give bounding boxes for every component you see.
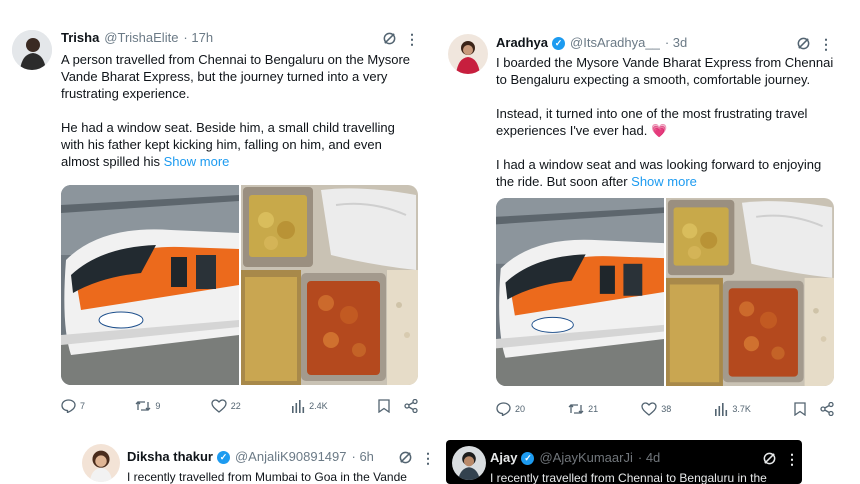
avatar[interactable] xyxy=(452,446,486,480)
tweet-media[interactable] xyxy=(496,198,834,386)
bookmark-icon[interactable] xyxy=(794,402,806,416)
heart-icon xyxy=(641,402,657,416)
display-name[interactable]: Ajay xyxy=(490,450,517,466)
profile-photo xyxy=(452,446,486,480)
share-icon[interactable] xyxy=(820,402,834,416)
like-count: 22 xyxy=(230,401,241,411)
more-options-icon[interactable]: ⋮ xyxy=(819,37,833,51)
tweet-text: A person travelled from Chennai to Benga… xyxy=(61,51,416,170)
more-options-icon[interactable]: ⋮ xyxy=(405,32,419,46)
food-photo[interactable] xyxy=(241,185,418,385)
repost-count: 21 xyxy=(588,404,599,414)
meal-tray-image xyxy=(666,198,834,386)
repost-button[interactable]: 9 xyxy=(135,399,160,413)
tweet-card-diksha[interactable]: Diksha thakur ✓ @AnjaliK90891497 · 6h ⋮ … xyxy=(78,440,430,484)
reply-count: 20 xyxy=(515,404,526,414)
verified-badge-icon: ✓ xyxy=(552,36,566,50)
like-button[interactable]: 22 xyxy=(211,399,241,413)
post-time[interactable]: · 17h xyxy=(183,30,213,46)
tweet-text: I recently travelled from Mumbai to Goa … xyxy=(127,469,427,484)
user-handle[interactable]: @AjayKumaarJi xyxy=(539,450,632,466)
profile-photo xyxy=(448,34,488,74)
reply-icon xyxy=(61,399,76,413)
tweet-text: I boarded the Mysore Vande Bharat Expres… xyxy=(496,54,836,190)
bookmark-icon[interactable] xyxy=(378,399,390,413)
reply-count: 7 xyxy=(80,401,86,411)
reply-button[interactable]: 20 xyxy=(496,402,525,416)
view-count: 2.4K xyxy=(309,401,328,411)
grok-icon[interactable] xyxy=(382,31,397,46)
repost-button[interactable]: 21 xyxy=(568,402,598,416)
vande-bharat-train-image xyxy=(496,198,664,386)
post-time[interactable]: · 3d xyxy=(665,35,687,51)
tweet-paragraph: I recently travelled from Mumbai to Goa … xyxy=(127,470,407,484)
verified-badge-icon: ✓ xyxy=(216,450,230,464)
views-icon xyxy=(715,402,728,416)
repost-icon xyxy=(135,401,151,411)
vande-bharat-train-image xyxy=(61,185,239,385)
tweet-card-trisha[interactable]: Trisha @TrishaElite · 17h ⋮ A person tra… xyxy=(0,0,430,430)
verified-badge-icon: ✓ xyxy=(521,451,535,465)
profile-photo xyxy=(12,30,52,70)
user-handle[interactable]: @ItsAradhya__ xyxy=(570,35,660,51)
show-more-link[interactable]: Show more xyxy=(164,154,230,169)
user-handle[interactable]: @TrishaElite xyxy=(104,30,178,46)
tweet-paragraph: I boarded the Mysore Vande Bharat Expres… xyxy=(496,55,834,87)
repost-count: 9 xyxy=(155,401,161,411)
food-photo[interactable] xyxy=(666,198,834,386)
grok-icon[interactable] xyxy=(796,36,811,51)
meal-tray-image xyxy=(241,185,418,385)
tweet-actions: 7 9 22 2.4K xyxy=(61,399,418,413)
post-time[interactable]: · 4d xyxy=(638,450,660,466)
tweet-text: I recently travelled from Chennai to Ben… xyxy=(490,470,800,484)
tweet-card-ajay[interactable]: Ajay ✓ @AjayKumaarJi · 4d ⋮ I recently t… xyxy=(446,440,802,484)
views-button[interactable]: 2.4K xyxy=(291,399,328,413)
heart-icon xyxy=(211,399,227,413)
repost-icon xyxy=(568,404,584,414)
train-photo[interactable] xyxy=(496,198,664,386)
tweet-card-aradhya[interactable]: Aradhya ✓ @ItsAradhya__ · 3d ⋮ I boarded… xyxy=(430,0,860,430)
share-icon[interactable] xyxy=(404,399,418,413)
tweet-media[interactable] xyxy=(61,185,418,385)
more-options-icon[interactable]: ⋮ xyxy=(785,452,799,466)
avatar[interactable] xyxy=(448,34,488,74)
tweet-paragraph: A person travelled from Chennai to Benga… xyxy=(61,52,411,101)
like-button[interactable]: 38 xyxy=(641,402,671,416)
like-count: 38 xyxy=(661,404,672,414)
train-photo[interactable] xyxy=(61,185,239,385)
reply-button[interactable]: 7 xyxy=(61,399,85,413)
user-handle[interactable]: @AnjaliK90891497 xyxy=(235,449,347,465)
post-time[interactable]: · 6h xyxy=(352,449,374,465)
grok-icon[interactable] xyxy=(762,451,777,466)
profile-photo xyxy=(82,444,120,482)
views-icon xyxy=(292,399,305,413)
reply-icon xyxy=(496,402,511,416)
show-more-link[interactable]: Show more xyxy=(631,174,697,189)
display-name[interactable]: Trisha xyxy=(61,30,99,46)
tweet-paragraph: I recently travelled from Chennai to Ben… xyxy=(490,471,767,484)
avatar[interactable] xyxy=(82,444,120,482)
tweet-paragraph: Instead, it turned into one of the most … xyxy=(496,106,808,138)
views-button[interactable]: 3.7K xyxy=(714,402,751,416)
display-name[interactable]: Aradhya xyxy=(496,35,548,51)
avatar[interactable] xyxy=(12,30,52,70)
grok-icon[interactable] xyxy=(398,450,413,465)
view-count: 3.7K xyxy=(732,404,751,414)
display-name[interactable]: Diksha thakur xyxy=(127,449,213,465)
tweet-actions: 20 21 38 3.7K xyxy=(496,402,834,416)
more-options-icon[interactable]: ⋮ xyxy=(421,451,430,465)
